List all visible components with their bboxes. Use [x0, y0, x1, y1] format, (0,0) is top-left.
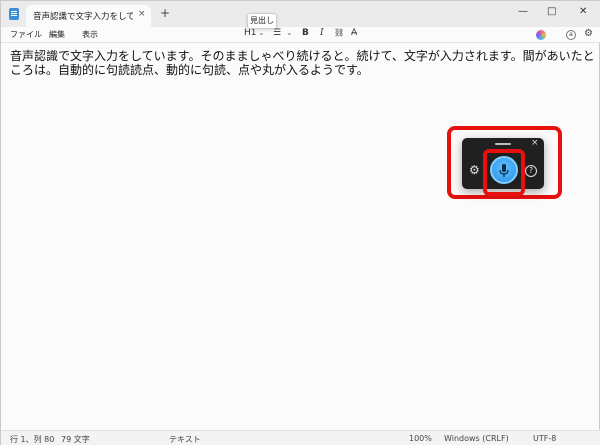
menu-view[interactable]: 表示: [82, 29, 98, 40]
encoding[interactable]: UTF-8: [533, 434, 556, 443]
copilot-icon[interactable]: [536, 30, 546, 40]
notepad-window: 音声認識で文字入力をしています × + — □ ✕ ファイル 編集 表示 H1 …: [0, 0, 600, 445]
tab-title: 音声認識で文字入力をしています: [33, 12, 133, 22]
list-dropdown-icon[interactable]: ⌄: [286, 28, 293, 37]
heading-button[interactable]: H1: [244, 28, 257, 38]
microphone-button[interactable]: [490, 156, 518, 184]
notepad-app-icon: [9, 8, 19, 20]
italic-button[interactable]: I: [320, 28, 324, 38]
settings-gear-icon[interactable]: ⚙: [584, 28, 593, 39]
cursor-position: 行 1、列 80: [10, 435, 55, 444]
menu-bar: ファイル 編集 表示 H1 ⌄ ☰ ⌄ B I ⛓ A̶: [1, 27, 600, 42]
bold-button[interactable]: B: [302, 28, 309, 38]
profile-icon[interactable]: a: [566, 30, 576, 40]
heading-dropdown-icon[interactable]: ⌄: [258, 28, 265, 37]
zoom-level[interactable]: 100%: [409, 434, 432, 443]
status-bar: 行 1、列 80 79 文字 テキスト 100% Windows (CRLF) …: [1, 430, 600, 445]
menu-file[interactable]: ファイル: [10, 29, 42, 40]
file-format: テキスト: [169, 435, 201, 444]
document-text-area[interactable]: 音声認識で文字入力をしています。そのまましゃべり続けると。続けて、文字が入力され…: [10, 49, 595, 77]
clear-format-icon[interactable]: A̶: [351, 28, 357, 38]
maximize-button[interactable]: □: [547, 6, 556, 17]
voice-typing-settings-icon[interactable]: ⚙: [469, 163, 480, 177]
title-bar: 音声認識で文字入力をしています × + — □ ✕: [1, 1, 600, 27]
document-tab[interactable]: 音声認識で文字入力をしています ×: [26, 5, 151, 27]
line-ending[interactable]: Windows (CRLF): [444, 434, 509, 443]
voice-typing-help-icon[interactable]: ?: [525, 165, 537, 177]
heading-tooltip: 見出し: [247, 13, 277, 29]
minimize-button[interactable]: —: [518, 6, 528, 17]
toolbar-divider: [1, 42, 600, 43]
tab-close-icon[interactable]: ×: [138, 9, 146, 19]
link-icon[interactable]: ⛓: [334, 28, 344, 37]
list-icon[interactable]: ☰: [273, 28, 281, 38]
new-tab-button[interactable]: +: [160, 6, 170, 20]
close-window-button[interactable]: ✕: [579, 6, 587, 17]
voice-typing-close-icon[interactable]: ×: [531, 138, 539, 148]
character-count: 79 文字: [61, 435, 90, 444]
menu-edit[interactable]: 編集: [49, 29, 65, 40]
microphone-icon: [499, 164, 509, 177]
drag-handle[interactable]: [495, 143, 511, 145]
